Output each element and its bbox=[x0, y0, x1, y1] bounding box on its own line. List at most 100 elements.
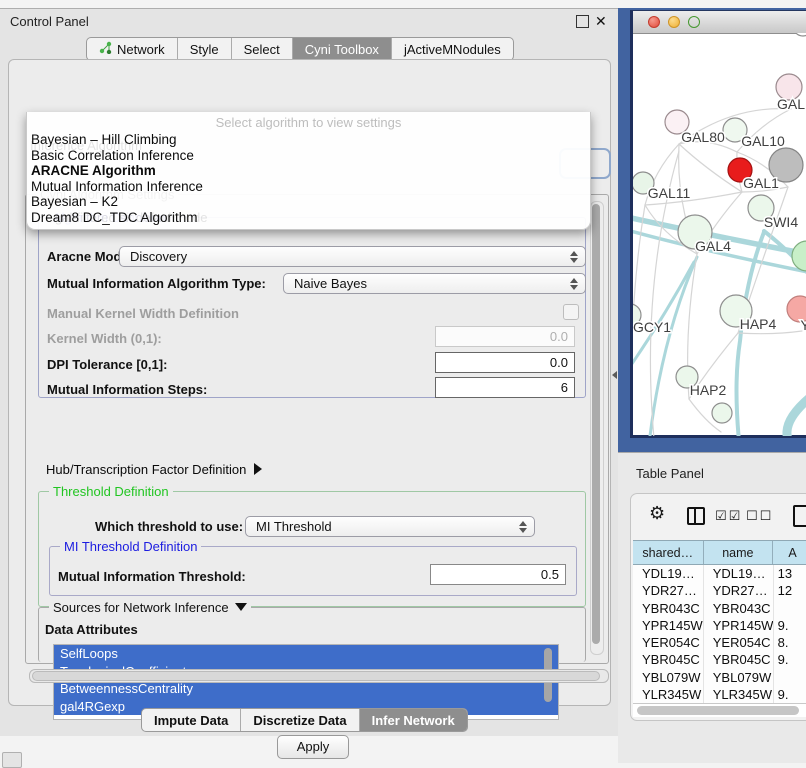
algorithm-dropdown[interactable]: Select algorithm to view settings Bayesi… bbox=[26, 112, 591, 230]
network-view-window: GALGAL80GAL10GAL1GAL11SWI4GAL4GCY1HAP4YH… bbox=[630, 10, 806, 438]
mi-steps-label: Mutual Information Steps: bbox=[47, 382, 207, 397]
float-window-icon[interactable] bbox=[576, 15, 589, 28]
network-canvas[interactable]: GALGAL80GAL10GAL1GAL11SWI4GAL4GCY1HAP4YH… bbox=[633, 33, 806, 436]
tab-style[interactable]: Style bbox=[177, 38, 231, 60]
cyni-algorithm-settings-group: Cyni Algorithm Settings Algorithm Defini… bbox=[25, 194, 609, 664]
algorithm-option[interactable]: Mutual Information Inference bbox=[27, 179, 590, 195]
algorithm-option[interactable]: Basic Correlation Inference bbox=[27, 148, 590, 164]
split-view-icon[interactable] bbox=[687, 507, 705, 525]
threshold-definition-title: Threshold Definition bbox=[49, 484, 173, 499]
apply-button[interactable]: Apply bbox=[277, 735, 349, 759]
table-row[interactable]: YLR345WYLR345W9. bbox=[633, 686, 806, 703]
manual-kernel-width-checkbox[interactable] bbox=[563, 304, 579, 320]
node-table: shared…nameA YDL19…YDL19…13YDR27…YDR27…1… bbox=[633, 540, 806, 706]
network-edge bbox=[648, 257, 697, 436]
control-panel-tabs: Network Style Select Cyni Toolbox jActiveMNo… bbox=[86, 37, 514, 61]
zoom-light-icon[interactable] bbox=[688, 16, 700, 28]
corner-widget-icon[interactable] bbox=[2, 752, 22, 768]
expand-right-icon bbox=[254, 463, 262, 475]
table-row[interactable]: YDR27…YDR27…12 bbox=[633, 582, 806, 599]
table-cell: 8. bbox=[774, 634, 806, 651]
hub-definition-expander[interactable]: Hub/Transcription Factor Definition bbox=[46, 462, 262, 477]
table-row[interactable]: YBR043CYBR043C bbox=[633, 600, 806, 617]
node-label: GAL bbox=[777, 96, 805, 112]
column-header[interactable]: name bbox=[704, 541, 774, 564]
table-cell: 9. bbox=[774, 651, 806, 668]
aracne-mode-value: Discovery bbox=[130, 249, 187, 264]
which-threshold-label: Which threshold to use: bbox=[95, 519, 243, 534]
document-icon[interactable] bbox=[793, 505, 806, 527]
hub-definition-label: Hub/Transcription Factor Definition bbox=[46, 462, 246, 477]
which-threshold-select[interactable]: MI Threshold bbox=[245, 516, 535, 537]
node-label: Y bbox=[800, 317, 806, 333]
mi-steps-input[interactable]: 6 bbox=[435, 377, 575, 398]
aracne-mode-select[interactable]: Discovery bbox=[119, 246, 586, 267]
stepper-icon bbox=[570, 278, 578, 290]
table-cell: YLR345W bbox=[633, 686, 704, 703]
network-node[interactable] bbox=[792, 241, 806, 271]
data-attributes-label: Data Attributes bbox=[45, 622, 138, 637]
control-panel-window: Control Panel ✕ NetworkStyleSelectCyni T… bbox=[0, 8, 618, 736]
close-icon[interactable]: ✕ bbox=[595, 13, 607, 30]
network-node[interactable] bbox=[793, 33, 806, 36]
table-cell: 9. bbox=[774, 617, 806, 634]
tab-jactivemnodules[interactable]: jActiveMNodules bbox=[391, 38, 513, 60]
sources-title-text: Sources for Network Inference bbox=[53, 600, 229, 615]
algorithm-option[interactable]: Dream8 DC_TDC Algorithm bbox=[27, 210, 590, 226]
kernel-width-label: Kernel Width (0,1): bbox=[47, 331, 162, 346]
mi-threshold-input[interactable]: 0.5 bbox=[430, 564, 566, 585]
table-row[interactable]: YDL19…YDL19…13 bbox=[633, 565, 806, 582]
tab-impute-data[interactable]: Impute Data bbox=[142, 709, 240, 731]
tab-label: Cyni Toolbox bbox=[305, 42, 379, 57]
tab-label: Style bbox=[190, 42, 219, 57]
stepper-icon bbox=[519, 521, 527, 533]
table-row[interactable]: YER054CYER054C8. bbox=[633, 634, 806, 651]
gear-icon[interactable]: ⚙ bbox=[649, 503, 665, 524]
node-label: GAL10 bbox=[741, 133, 785, 149]
close-light-icon[interactable] bbox=[648, 16, 660, 28]
network-edge bbox=[787, 395, 806, 436]
algorithm-option[interactable]: ARACNE Algorithm bbox=[27, 163, 590, 179]
table-cell: YPR145W bbox=[633, 617, 704, 634]
sources-group-title[interactable]: Sources for Network Inference bbox=[49, 600, 251, 615]
tab-cyni-toolbox[interactable]: Cyni Toolbox bbox=[292, 38, 391, 60]
column-header[interactable]: A bbox=[773, 541, 806, 564]
table-hscrollbar[interactable] bbox=[633, 703, 806, 717]
cyni-toolbox-panel: Select algorithm to view settings Bayesi… bbox=[8, 59, 611, 706]
network-icon bbox=[99, 41, 112, 57]
tab-network[interactable]: Network bbox=[87, 38, 177, 60]
algorithm-option-list: Bayesian – Hill ClimbingBasic Correlatio… bbox=[27, 132, 590, 226]
column-header[interactable]: shared… bbox=[633, 541, 704, 564]
network-node[interactable] bbox=[712, 403, 732, 423]
deselect-all-icon[interactable]: ☐☐ bbox=[746, 509, 773, 524]
table-row[interactable]: YBR045CYBR045C9. bbox=[633, 651, 806, 668]
table-header-row: shared…nameA bbox=[633, 540, 806, 565]
tab-select[interactable]: Select bbox=[231, 38, 292, 60]
mi-algorithm-type-select[interactable]: Naive Bayes bbox=[283, 273, 586, 294]
tab-infer-network[interactable]: Infer Network bbox=[359, 709, 467, 731]
mi-algorithm-type-value: Naive Bayes bbox=[294, 276, 367, 291]
algorithm-option[interactable]: Bayesian – Hill Climbing bbox=[27, 132, 590, 148]
table-cell: YBL079W bbox=[704, 669, 774, 686]
mi-threshold-label: Mutual Information Threshold: bbox=[58, 569, 246, 584]
algorithm-definition-group: Algorithm Definition Aracne Mode: Discov… bbox=[38, 217, 586, 398]
table-cell: YBR043C bbox=[633, 600, 704, 617]
select-all-icon[interactable]: ☑☑ bbox=[715, 509, 742, 524]
manual-kernel-width-label: Manual Kernel Width Definition bbox=[47, 306, 239, 321]
table-panel-title: Table Panel bbox=[636, 466, 704, 481]
panel-collapse-arrow-icon[interactable] bbox=[612, 371, 617, 379]
node-label: GAL11 bbox=[648, 185, 691, 201]
algorithm-option[interactable]: Bayesian – K2 bbox=[27, 194, 590, 210]
which-threshold-value: MI Threshold bbox=[256, 519, 332, 534]
table-row[interactable]: YBL079WYBL079W bbox=[633, 669, 806, 686]
network-window-titlebar[interactable] bbox=[633, 11, 806, 34]
table-panel-body: ⚙ ☑☑ ☐☐ shared…nameA YDL19…YDL19…13YDR27… bbox=[630, 493, 806, 721]
settings-hscrollbar[interactable] bbox=[29, 669, 609, 683]
table-cell: YLR345W bbox=[704, 686, 774, 703]
table-row[interactable]: YPR145WYPR145W9. bbox=[633, 617, 806, 634]
minimize-light-icon[interactable] bbox=[668, 16, 680, 28]
settings-scrollbar[interactable] bbox=[590, 201, 604, 655]
tab-discretize-data[interactable]: Discretize Data bbox=[240, 709, 358, 731]
attribute-item[interactable]: SelfLoops bbox=[54, 645, 558, 663]
dpi-tolerance-input[interactable]: 0.0 bbox=[435, 352, 575, 373]
